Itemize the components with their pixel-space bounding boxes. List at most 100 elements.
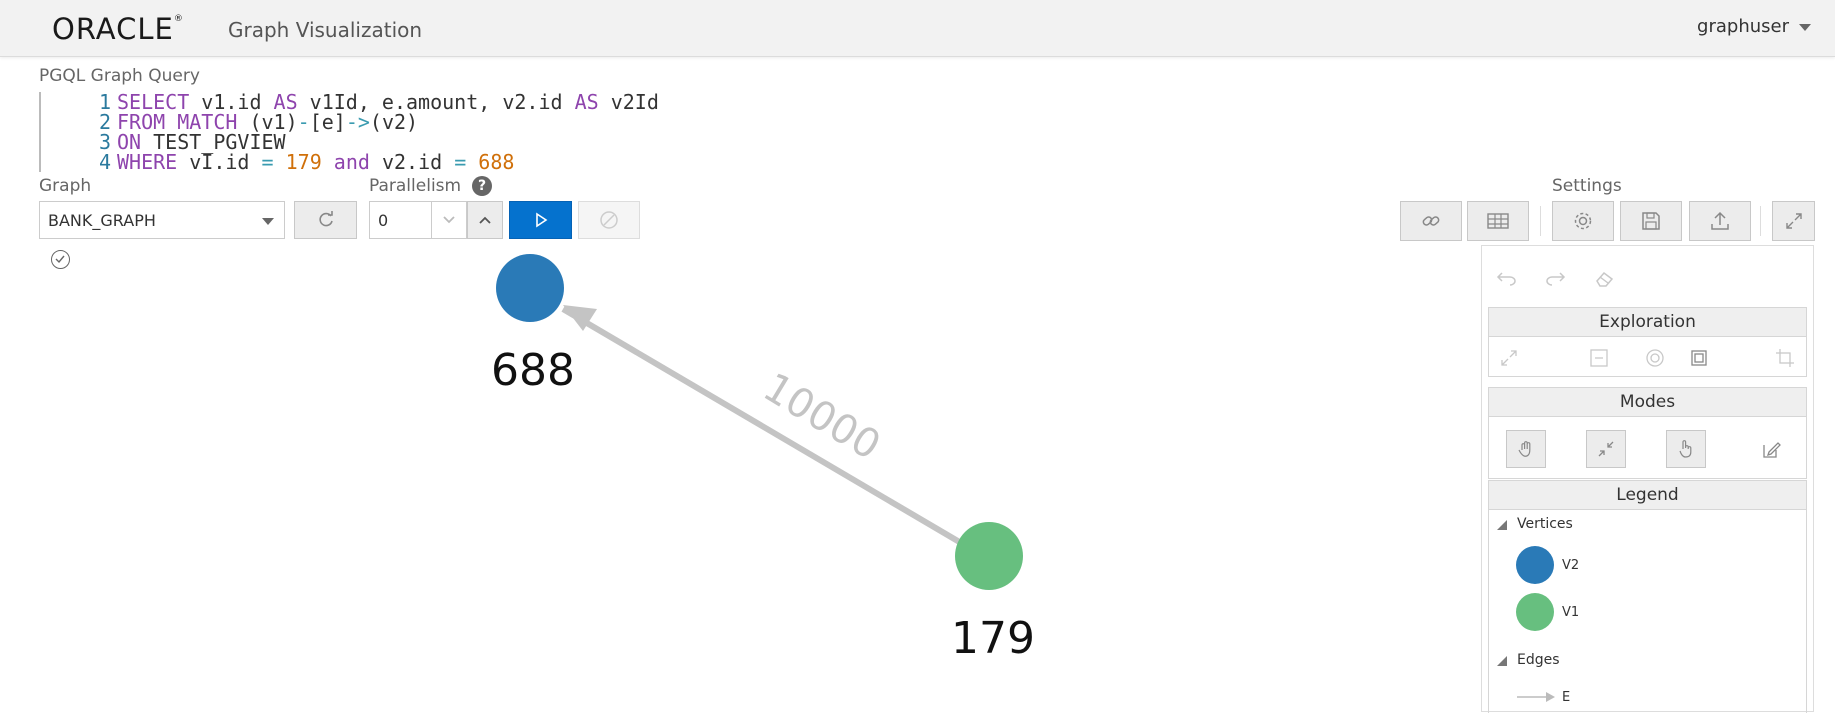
settings-label: Settings [1552,176,1622,196]
shrink-icon [1598,441,1614,457]
modes-header: Modes [1488,387,1807,417]
undo-icon[interactable] [1496,270,1518,286]
refresh-button[interactable] [294,201,357,239]
query-token: WHERE [117,150,178,174]
vertex-179[interactable] [955,522,1023,590]
vertex-label: 179 [951,613,1035,664]
legend-v1-label: V1 [1562,605,1580,620]
link-button[interactable] [1400,201,1462,241]
hand-icon [1518,441,1531,457]
query-token: (v2) [369,110,419,134]
graph-select-value: BANK_GRAPH [48,211,156,230]
query-token [322,150,334,174]
toolbar-divider [1760,206,1761,236]
legend-v2-swatch[interactable] [1516,546,1554,584]
link-icon [1422,216,1440,226]
run-query-button[interactable] [509,201,572,239]
parallelism-value: 0 [378,211,389,230]
legend-body: Vertices V2 V1 Edges E [1488,510,1807,713]
query-line[interactable]: 2 FROM MATCH (v1)-[e]->(v2) [41,112,418,132]
query-token: - [297,110,310,134]
select-mode-button[interactable] [1666,430,1706,468]
query-token: -> [345,110,370,134]
query-line[interactable]: 4 WHERE vI.id = 179 and v2.id = 688 [41,152,514,172]
graph-label: Graph [39,176,92,196]
vertex-label: 688 [491,345,575,396]
pan-mode-button[interactable] [1506,430,1546,468]
top-bar: ORACLE® Graph Visualization graphuser [0,0,1835,57]
save-icon [1642,212,1660,230]
query-label: PGQL Graph Query [39,66,200,86]
pgql-query-editor[interactable]: 1 SELECT v1.id AS v1Id, e.amount, v2.id A… [39,92,761,172]
table-icon [1487,213,1509,229]
legend-e-label: E [1562,690,1571,705]
legend-vertices-label: Vertices [1517,516,1573,532]
upload-icon [1711,211,1729,230]
query-token: v2.id [369,150,455,174]
query-token: = [454,150,467,174]
expand-icon [1785,213,1802,229]
settings-button[interactable] [1552,201,1614,241]
exploration-header: Exploration [1488,307,1807,337]
table-view-button[interactable] [1467,201,1529,241]
legend-edge-arrow-icon[interactable] [1516,691,1556,703]
chevron-down-icon[interactable] [1799,24,1811,31]
legend-v1-swatch[interactable] [1516,593,1554,631]
chevron-down-icon [443,216,455,224]
help-icon[interactable]: ? [472,176,492,196]
app-title: Graph Visualization [228,18,423,42]
line-number: 3 [98,130,111,154]
line-number: 2 [98,110,111,134]
parallelism-label: Parallelism [369,176,462,196]
graph-canvas[interactable]: 10000 688 179 [0,245,1470,712]
export-button[interactable] [1689,201,1751,241]
query-token: and [333,150,370,174]
collapse-triangle-icon[interactable] [1497,520,1507,530]
cancel-query-button[interactable] [578,201,640,239]
vertex-688[interactable] [496,254,564,322]
save-button[interactable] [1620,201,1682,241]
query-line[interactable]: 3 ON TEST_PGVIEW [41,132,286,152]
edge-line[interactable] [561,306,987,560]
chevron-down-icon [262,218,274,225]
crop-icon[interactable] [1775,348,1795,368]
graph-select[interactable]: BANK_GRAPH [39,201,285,239]
query-token: vI.id [177,150,262,174]
query-token: [e] [309,110,346,134]
collapse-icon[interactable] [1589,348,1609,368]
collapse-triangle-icon[interactable] [1497,656,1507,666]
focus-icon[interactable] [1645,348,1665,368]
refresh-icon [318,211,333,227]
select-region-icon[interactable] [1689,348,1709,368]
query-line[interactable]: 1 SELECT v1.id AS v1Id, e.amount, v2.id A… [41,92,659,112]
query-token: v2Id [598,90,659,114]
legend-header: Legend [1488,480,1807,510]
decrement-button[interactable] [431,201,467,239]
query-token: 688 [478,150,515,174]
fullscreen-button[interactable] [1772,201,1815,241]
expand-icon[interactable] [1499,348,1519,368]
side-panel: Exploration Modes Legend Vertices V2 V1 … [1481,245,1814,713]
query-token: 179 [285,150,322,174]
query-token: = [261,150,274,174]
shrink-mode-button[interactable] [1586,430,1626,468]
redo-icon[interactable] [1544,270,1566,286]
gear-icon [1574,212,1592,230]
chevron-up-icon [479,216,491,224]
logo-registered-mark: ® [173,14,184,24]
graph-svg[interactable]: 10000 [0,245,1470,712]
edge-label: 10000 [755,364,888,469]
toolbar-divider [1540,206,1541,236]
increment-button[interactable] [467,201,503,239]
line-number: 1 [98,90,111,114]
user-menu[interactable]: graphuser [1697,16,1789,37]
pointer-hand-icon [1679,440,1692,458]
oracle-logo: ORACLE® [52,12,184,46]
modes-tools [1488,417,1807,479]
play-icon [535,212,547,228]
edit-icon[interactable] [1761,440,1781,460]
query-token [466,150,478,174]
eraser-icon[interactable] [1594,270,1616,288]
query-token: AS [574,90,599,114]
legend-edges-label: Edges [1517,652,1560,668]
